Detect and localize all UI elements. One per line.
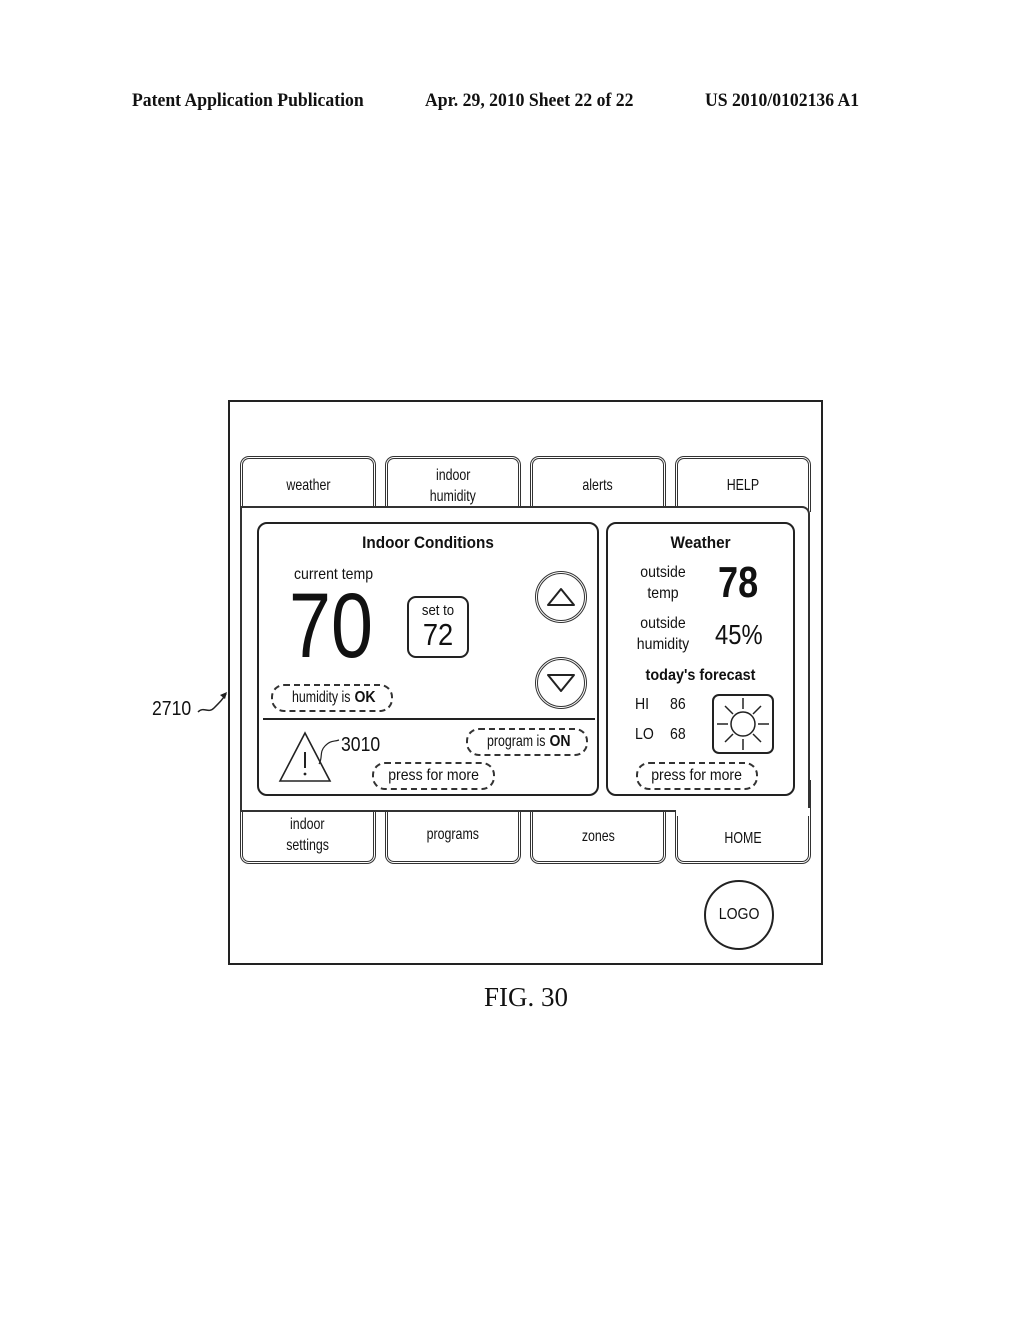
weather-press-for-more-button[interactable]: press for more xyxy=(636,762,758,790)
lo-label: LO xyxy=(635,726,654,743)
temp-down-button[interactable] xyxy=(535,657,587,709)
outside-humidity-label: outside humidity xyxy=(630,613,696,655)
outside-humidity-value: 45% xyxy=(715,619,763,650)
tab-help[interactable]: HELP xyxy=(675,456,811,512)
indoor-press-for-more-button[interactable]: press for more xyxy=(372,762,495,790)
press-for-more-label: press for more xyxy=(651,767,743,784)
tab-label: indoor xyxy=(290,815,326,833)
sun-icon xyxy=(717,698,769,750)
logo-button[interactable]: LOGO xyxy=(704,880,774,950)
tab-label: humidity xyxy=(429,487,477,505)
program-status-button[interactable]: program is ON xyxy=(466,728,588,756)
outside-humidity-label-line: humidity xyxy=(636,636,690,653)
program-status-prefix: program is xyxy=(487,733,546,750)
reference-label-2710: 2710 xyxy=(152,698,192,720)
tab-weather[interactable]: weather xyxy=(240,456,376,512)
temp-up-button[interactable] xyxy=(535,571,587,623)
tab-zones[interactable]: zones xyxy=(530,808,666,864)
outside-humidity-label-line: outside xyxy=(640,615,686,632)
tab-indoor-settings[interactable]: indoor settings xyxy=(240,808,376,864)
current-temp-value: 70 xyxy=(289,575,373,677)
reference-leader-icon xyxy=(318,739,340,765)
triangle-down-icon xyxy=(547,674,575,692)
hi-value: 86 xyxy=(670,696,686,713)
forecast-icon-box xyxy=(712,694,774,754)
indoor-conditions-title: Indoor Conditions xyxy=(362,533,494,552)
triangle-up-icon xyxy=(547,588,575,606)
tab-programs[interactable]: programs xyxy=(385,808,521,864)
program-status-value: ON xyxy=(549,733,571,750)
tab-label: HOME xyxy=(724,830,762,847)
tab-label: HELP xyxy=(726,477,760,494)
home-tab-join xyxy=(676,808,810,816)
set-to-box[interactable]: set to 72 xyxy=(407,596,469,658)
set-to-value: 72 xyxy=(422,617,454,652)
patent-number: US 2010/0102136 A1 xyxy=(705,90,860,111)
forecast-title: today's forecast xyxy=(645,667,756,684)
outside-temp-label-line: outside xyxy=(640,564,686,581)
outside-temp-value: 78 xyxy=(718,558,759,607)
tab-label: programs xyxy=(426,826,480,843)
reference-arrow-icon xyxy=(197,692,227,713)
tab-label: zones xyxy=(581,828,615,845)
tab-label: settings xyxy=(286,836,330,854)
weather-title: Weather xyxy=(670,533,731,552)
logo-label: LOGO xyxy=(718,906,760,923)
hi-label: HI xyxy=(635,696,650,713)
humidity-status-value: OK xyxy=(354,689,376,706)
tab-indoor-humidity[interactable]: indoor humidity xyxy=(385,456,521,512)
tab-label: weather xyxy=(285,477,331,494)
lo-value: 68 xyxy=(670,726,686,743)
humidity-status-prefix: humidity is xyxy=(292,689,351,706)
weather-panel: Weather outside temp 78 outside humidity… xyxy=(606,522,795,796)
tab-alerts[interactable]: alerts xyxy=(530,456,666,512)
humidity-status-button[interactable]: humidity is OK xyxy=(271,684,393,712)
indoor-conditions-panel: Indoor Conditions current temp 70 set to… xyxy=(257,522,599,796)
date-sheet-label: Apr. 29, 2010 Sheet 22 of 22 xyxy=(425,90,634,111)
figure-caption: FIG. 30 xyxy=(483,982,568,1012)
publication-label: Patent Application Publication xyxy=(132,90,364,111)
tab-label: alerts xyxy=(582,477,614,494)
outside-temp-label-line: temp xyxy=(647,585,679,602)
section-divider xyxy=(263,718,595,720)
warning-reference-label: 3010 xyxy=(341,734,381,756)
press-for-more-label: press for more xyxy=(388,767,479,784)
outside-temp-label: outside temp xyxy=(630,562,696,604)
tab-label: indoor xyxy=(435,466,471,484)
